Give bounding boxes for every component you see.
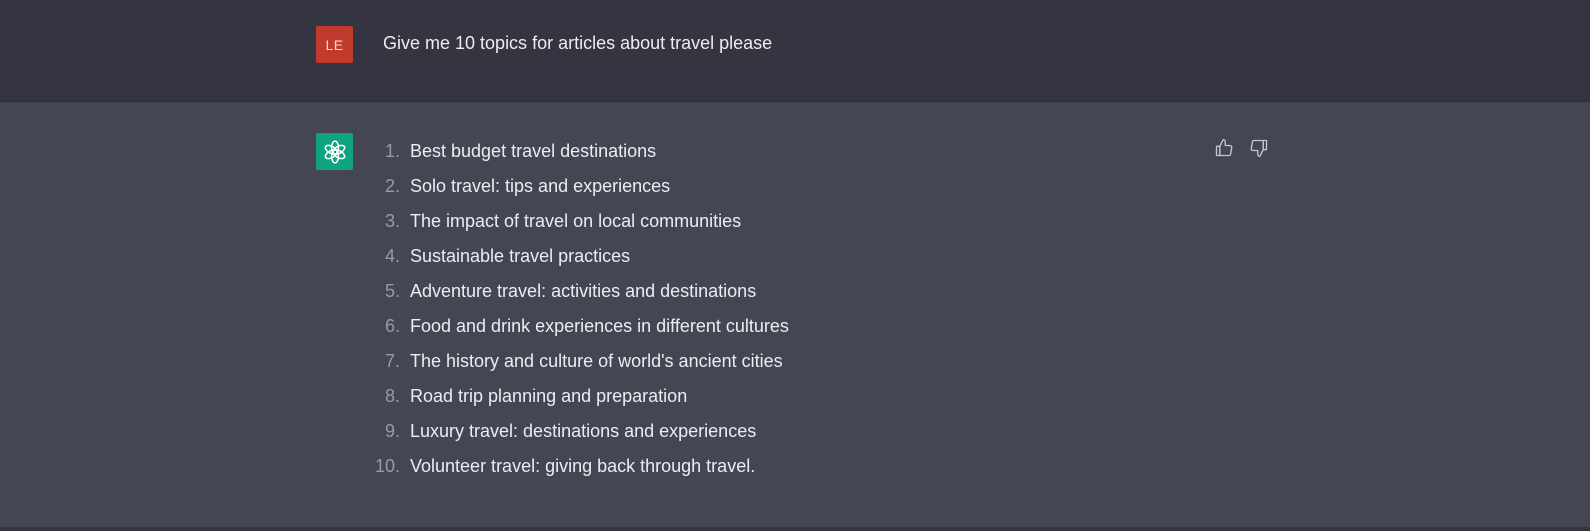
thumbs-up-button[interactable] [1212, 136, 1236, 160]
list-item-text: The impact of travel on local communitie… [410, 211, 742, 231]
user-avatar: LE [316, 26, 353, 63]
answer-list: 1. Best budget travel destinations 2. Solo… [364, 134, 789, 484]
list-item: 7. The history and culture of world's anc… [364, 344, 789, 379]
list-item-text: The history and culture of world's ancie… [410, 351, 783, 371]
list-item-text: Sustainable travel practices [410, 246, 631, 266]
list-item-number: 3. [384, 211, 400, 231]
user-message-text: Give me 10 topics for articles about tra… [383, 33, 773, 53]
list-item: 4. Sustainable travel practices [364, 239, 789, 274]
list-item-text: Luxury travel: destinations and experien… [410, 421, 757, 441]
user-message-row: LE Give me 10 topics for articles about … [0, 0, 1590, 102]
list-item-number: 5. [384, 281, 400, 301]
bottom-divider [0, 527, 1590, 531]
list-item: 6. Food and drink experiences in differen… [364, 309, 789, 344]
assistant-message-row [0, 102, 1590, 527]
list-item-number: 9. [384, 421, 400, 441]
list-item-text: Volunteer travel: giving back through tr… [410, 456, 756, 476]
list-item: 9. Luxury travel: destinations and experi… [364, 414, 789, 449]
list-item-number: 4. [384, 246, 400, 266]
list-item-text: Solo travel: tips and experiences [410, 176, 671, 196]
list-item-text: Adventure travel: activities and destina… [410, 281, 757, 301]
list-item-number: 10. [374, 456, 400, 476]
list-item-text: Road trip planning and preparation [410, 386, 688, 406]
list-item: 8. Road trip planning and preparation [364, 379, 789, 414]
list-item-number: 6. [384, 316, 400, 336]
assistant-avatar [316, 133, 353, 170]
thumbs-down-icon [1250, 139, 1268, 157]
list-item: 2. Solo travel: tips and experiences [364, 169, 789, 204]
list-item: 1. Best budget travel destinations [364, 134, 789, 169]
thumbs-down-button[interactable] [1247, 136, 1271, 160]
list-item-number: 8. [384, 386, 400, 406]
list-item-number: 2. [384, 176, 400, 196]
list-item-text: Best budget travel destinations [410, 141, 657, 161]
list-item: 3. The impact of travel on local communit… [364, 204, 789, 239]
thumbs-up-icon [1215, 139, 1233, 157]
list-item-number: 7. [384, 351, 400, 371]
openai-logo-icon [324, 139, 345, 164]
list-item-text: Food and drink experiences in different … [410, 316, 789, 336]
list-item: 10. Volunteer travel: giving back through… [364, 449, 789, 484]
list-item: 5. Adventure travel: activities and desti… [364, 274, 789, 309]
list-item-number: 1. [384, 141, 400, 161]
